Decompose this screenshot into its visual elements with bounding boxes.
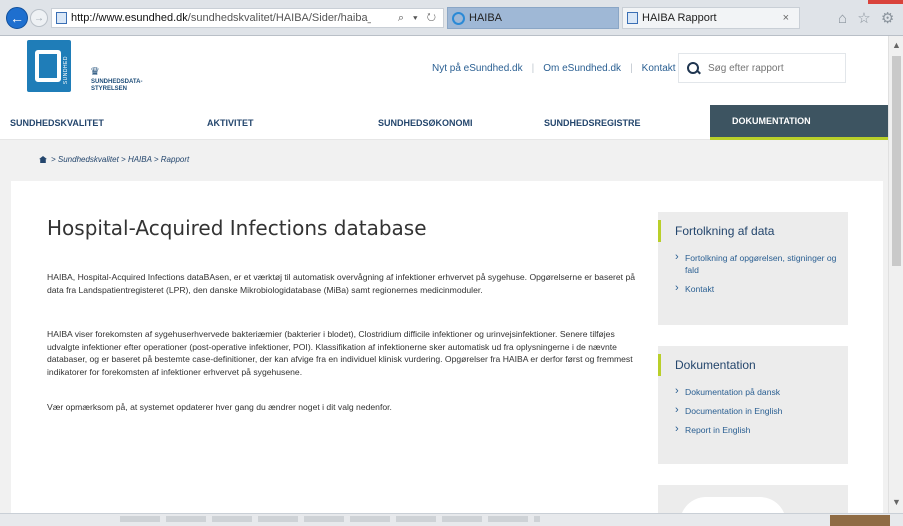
status-thumbnail xyxy=(830,515,890,526)
address-bar[interactable]: http://www.esundhed.dk/sundhedskvalitet/… xyxy=(51,8,444,28)
page-icon xyxy=(627,12,638,24)
logo-mark xyxy=(35,50,61,82)
sundhedsdatastyrelsen-logo[interactable]: SUNDHEDSDATA- STYRELSEN xyxy=(91,79,142,93)
interpretation-heading: Fortolkning af data xyxy=(658,220,774,242)
intro-paragraph: HAIBA, Hospital-Acquired Infections data… xyxy=(47,272,636,295)
esundhed-logo[interactable]: SUNDHED xyxy=(27,40,71,92)
interpretation-links: Fortolkning af opgørelsen, stigninger og… xyxy=(675,251,840,302)
ie-icon xyxy=(452,11,465,25)
page-icon xyxy=(56,12,67,24)
tab-haiba[interactable]: HAIBA xyxy=(447,7,619,29)
documentation-links: Dokumentation på dansk Documentation in … xyxy=(675,385,840,443)
scroll-up-icon[interactable]: ▲ xyxy=(892,40,901,50)
separator: | xyxy=(531,63,535,74)
documentation-heading: Dokumentation xyxy=(658,354,756,376)
window-accent-bar xyxy=(868,0,903,4)
forward-button[interactable]: → xyxy=(30,9,48,27)
breadcrumb-trail[interactable]: > Sundhedskvalitet > HAIBA > Rapport xyxy=(51,155,189,164)
nav-dokumentation[interactable]: DOKUMENTATION xyxy=(710,105,888,140)
page-title: Hospital-Acquired Infections database xyxy=(47,216,427,240)
documentation-box: Dokumentation Dokumentation på dansk Doc… xyxy=(658,346,848,464)
toolbar-icons[interactable]: ⌂ ☆ ⚙ xyxy=(838,9,897,27)
separator: | xyxy=(630,63,633,74)
breadcrumb: > Sundhedskvalitet > HAIBA > Rapport xyxy=(39,155,189,164)
browser-chrome: ← → http://www.esundhed.dk/sundhedskvali… xyxy=(0,0,903,36)
link-documentation-english[interactable]: Documentation in English xyxy=(675,404,840,417)
address-url[interactable]: http://www.esundhed.dk/sundhedskvalitet/… xyxy=(71,12,371,24)
crown-icon: ♛ xyxy=(90,66,100,78)
search-box[interactable] xyxy=(678,53,846,83)
description-paragraph: HAIBA viser forekomsten af sygehuserhver… xyxy=(47,329,633,377)
vertical-scrollbar[interactable]: ▲ ▼ xyxy=(888,36,903,513)
scroll-down-icon[interactable]: ▼ xyxy=(892,497,901,507)
notice-paragraph: Vær opmærksom på, at systemet opdaterer … xyxy=(47,402,392,412)
promo-box xyxy=(658,485,848,523)
link-fortolkning[interactable]: Fortolkning af opgørelsen, stigninger og… xyxy=(675,251,840,276)
top-navigation: Nyt på eSundhed.dk | Om eSundhed.dk | Ko… xyxy=(432,63,676,74)
close-tab-icon[interactable]: × xyxy=(783,12,789,24)
scroll-thumb[interactable] xyxy=(892,56,901,266)
logo-text-line1: SUNDHEDSDATA- xyxy=(91,79,143,85)
url-host: http://www.esundhed.dk xyxy=(71,12,188,24)
nav-sundhedsokonomi[interactable]: SUNDHEDSØKONOMI xyxy=(378,105,544,140)
back-arrow-icon: ← xyxy=(10,10,24,26)
nyt-link[interactable]: Nyt på eSundhed.dk xyxy=(432,63,523,74)
nav-sundhedskvalitet[interactable]: SUNDHEDSKVALITET xyxy=(0,105,203,140)
main-navigation: SUNDHEDSKVALITET AKTIVITET SUNDHEDSØKONO… xyxy=(0,105,888,140)
address-actions[interactable]: ⌕ ▾ ↻ xyxy=(398,12,439,25)
status-bar xyxy=(0,513,903,526)
tab-label: HAIBA xyxy=(469,12,503,24)
home-icon[interactable] xyxy=(39,156,47,163)
logo-side-text: SUNDHED xyxy=(63,56,69,85)
search-input[interactable] xyxy=(708,62,838,74)
site-header: SUNDHED ♛ SUNDHEDSDATA- STYRELSEN Nyt på… xyxy=(0,36,888,102)
om-link[interactable]: Om eSundhed.dk xyxy=(543,63,621,74)
url-path: /sundhedskvalitet/HAIBA/Sider/haiba_rapp… xyxy=(187,12,371,24)
kontakt-link[interactable]: Kontakt xyxy=(642,63,676,74)
link-dokumentation-dansk[interactable]: Dokumentation på dansk xyxy=(675,385,840,398)
nav-sundhedsregistre[interactable]: SUNDHEDSREGISTRE xyxy=(544,105,710,140)
back-button[interactable]: ← xyxy=(6,7,28,29)
tab-label: HAIBA Rapport xyxy=(642,12,717,24)
nav-aktivitet[interactable]: AKTIVITET xyxy=(203,105,378,140)
logo-text-line2: STYRELSEN xyxy=(91,86,128,92)
tab-haiba-rapport[interactable]: HAIBA Rapport × xyxy=(622,7,800,29)
link-report-english[interactable]: Report in English xyxy=(675,423,840,436)
forward-arrow-icon: → xyxy=(34,12,44,24)
status-text-partial xyxy=(120,516,540,522)
link-kontakt[interactable]: Kontakt xyxy=(675,282,840,295)
search-icon[interactable] xyxy=(687,61,700,75)
interpretation-box: Fortolkning af data Fortolkning af opgør… xyxy=(658,212,848,325)
